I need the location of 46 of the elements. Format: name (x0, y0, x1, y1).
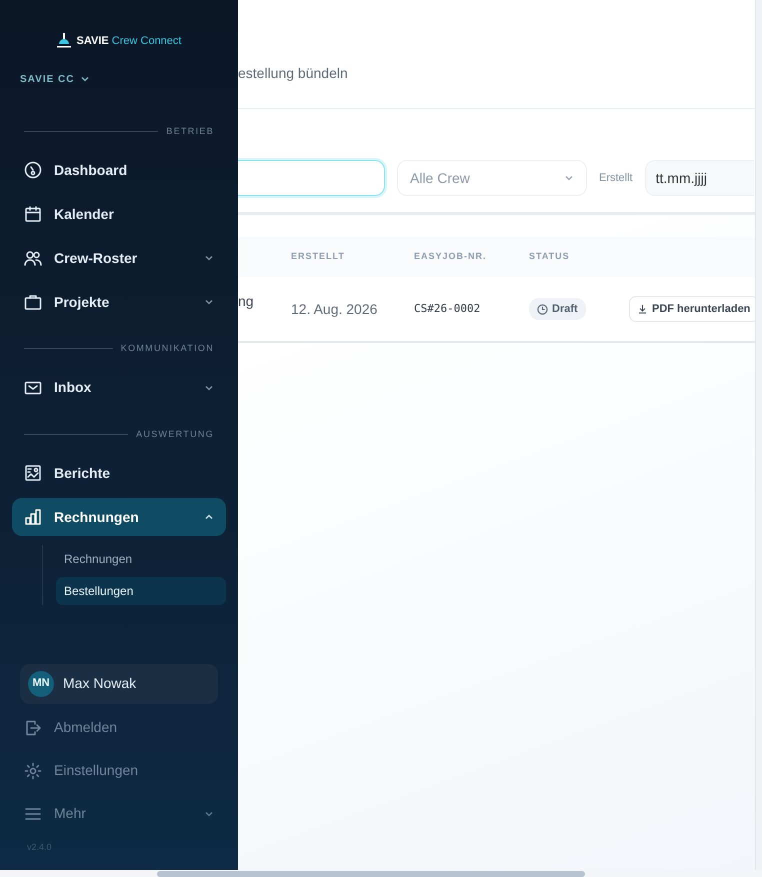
workspace-switcher[interactable]: SAVIE CC (20, 72, 90, 86)
status-badge: Draft (529, 298, 586, 320)
column-header: STATUS (529, 250, 571, 264)
nav-item[interactable]: Mehr (12, 794, 226, 832)
nav-item[interactable]: Crew-Roster (12, 239, 226, 277)
table-cell-text: ng (238, 292, 255, 311)
nav-item[interactable]: Abmelden (12, 708, 226, 746)
bar-chart-icon (24, 508, 42, 526)
calendar-icon (24, 205, 42, 223)
submenu-item[interactable]: Rechnungen (56, 545, 226, 573)
gauge-icon (24, 161, 42, 179)
section-heading: AUSWERTUNG (136, 428, 214, 440)
logout-icon (24, 718, 42, 736)
report-icon (24, 464, 42, 482)
avatar: MN (28, 670, 54, 696)
nav-item[interactable]: Kalender (12, 195, 226, 233)
search-field[interactable] (238, 160, 385, 196)
table-cell-text: CS#26-0002 (414, 300, 482, 317)
logo-icon (56, 33, 71, 50)
nav-item[interactable]: Berichte (12, 454, 226, 492)
nav-item[interactable]: Rechnungen (12, 498, 226, 536)
user-card[interactable]: MN Max Nowak (20, 664, 218, 704)
date-field[interactable]: tt.mm.jjjj (644, 160, 754, 196)
page-subtitle: estellung bündeln (238, 64, 348, 83)
clock-icon (537, 304, 548, 314)
brand-name: SAVIE Crew Connect (76, 34, 182, 49)
column-header: EASYJOB-NR. (414, 250, 488, 264)
chevron-down-icon (564, 173, 574, 183)
section-heading: KOMMUNIKATION (120, 342, 214, 355)
date-label: Erstellt (599, 170, 633, 186)
table-cell-text: 12. Aug. 2026 (291, 300, 378, 319)
submenu-item[interactable]: Bestellungen (56, 577, 226, 605)
settings-icon (24, 762, 42, 780)
download-icon (638, 304, 647, 314)
nav-item[interactable]: Projekte (12, 283, 226, 321)
scrollbar[interactable] (755, 0, 762, 870)
user-name: Max Nowak (63, 674, 136, 693)
scrollbar-thumb[interactable] (157, 871, 585, 877)
nav-item[interactable]: Einstellungen (12, 752, 226, 790)
nav-item[interactable]: Inbox (12, 368, 226, 406)
chevron-down-icon (80, 74, 90, 84)
briefcase-icon (24, 293, 42, 311)
section-heading: BETRIEB (166, 124, 214, 138)
column-header: ERSTELLT (291, 250, 346, 264)
people-icon (24, 249, 42, 267)
nav-item[interactable]: Dashboard (12, 151, 226, 189)
